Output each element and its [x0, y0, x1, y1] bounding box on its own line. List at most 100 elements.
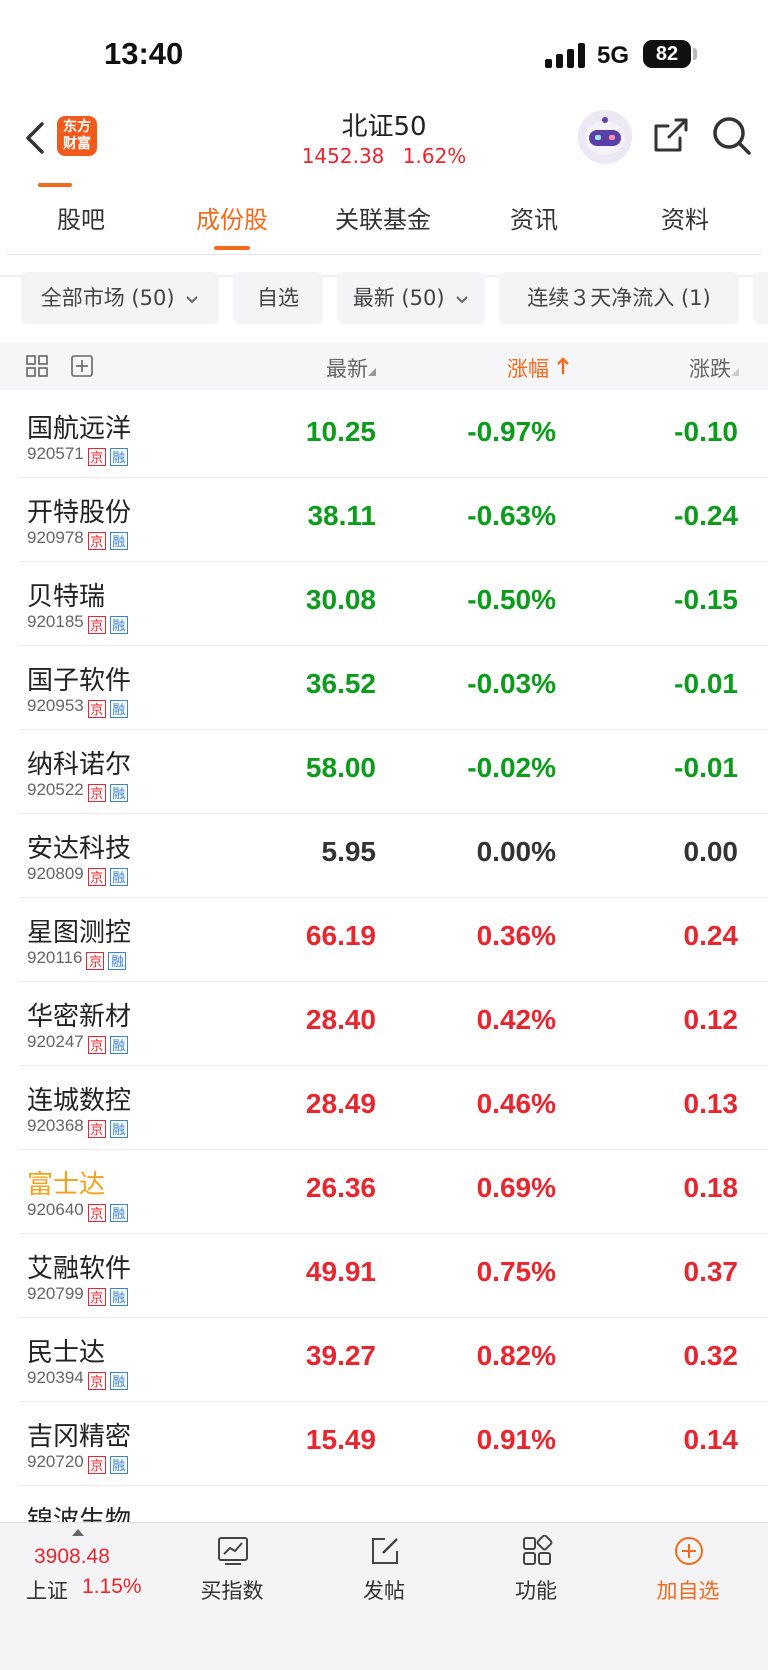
market-index-value[interactable]: 3908.48 — [34, 1545, 110, 1569]
stock-row[interactable]: 贝特瑞 920185 京融 30.08 -0.50% -0.15 — [0, 562, 768, 646]
stock-change: 0.12 — [683, 1004, 739, 1035]
nav-functions[interactable]: 功能 — [481, 1531, 591, 1611]
stock-row[interactable]: 安达科技 920809 京融 5.95 0.00% 0.00 — [0, 814, 768, 898]
filter-bar: 全部市场 (50) 自选 最新 (50) 连续３天净流入 (1) — [0, 270, 768, 326]
filter-watchlist[interactable]: 自选 — [233, 272, 323, 324]
filter-more[interactable] — [753, 272, 768, 324]
caret-up-icon[interactable] — [72, 1529, 84, 1536]
exchange-tag: 京 — [87, 1120, 106, 1138]
stock-row[interactable]: 国子软件 920953 京融 36.52 -0.03% -0.01 — [0, 646, 768, 730]
battery-tip — [693, 48, 697, 60]
stock-name: 国子软件 — [27, 666, 132, 696]
filter-market-dropdown[interactable]: 全部市场 (50) — [21, 272, 219, 324]
stock-change: 0.24 — [683, 920, 739, 951]
stock-row[interactable]: 星图测控 920116 京融 66.19 0.36% 0.24 — [0, 898, 768, 982]
tab-guba[interactable]: 股吧 — [21, 200, 141, 235]
stock-name: 安达科技 — [27, 834, 132, 864]
tab-bar: 股吧 成份股 关联基金 资讯 资料 — [0, 190, 768, 252]
tabs-divider — [6, 254, 762, 255]
stock-code-line: 920799 京融 — [27, 1284, 128, 1306]
stock-name: 连城数控 — [27, 1086, 132, 1116]
margin-tag: 融 — [109, 784, 128, 802]
market-index-change[interactable]: 1.15% — [82, 1575, 142, 1599]
margin-tag: 融 — [109, 532, 128, 550]
nav-buy-index[interactable]: 买指数 — [177, 1531, 287, 1611]
stock-row[interactable]: 艾融软件 920799 京融 49.91 0.75% 0.37 — [0, 1234, 768, 1318]
stock-change-pct: 0.75% — [476, 1256, 556, 1287]
margin-tag: 融 — [109, 868, 128, 886]
stock-row[interactable]: 纳科诺尔 920522 京融 58.00 -0.02% -0.01 — [0, 730, 768, 814]
battery-icon: 82 — [643, 40, 691, 68]
stock-name: 艾融软件 — [27, 1254, 132, 1284]
stock-row[interactable]: 民士达 920394 京融 39.27 0.82% 0.32 — [0, 1318, 768, 1402]
margin-tag: 融 — [109, 448, 128, 466]
stock-change: 0.13 — [683, 1088, 739, 1119]
stock-code: 920185 — [27, 612, 84, 631]
filter-latest-label: 最新 (50) — [352, 286, 445, 310]
column-latest[interactable]: 最新 — [326, 353, 376, 383]
stock-price: 28.49 — [305, 1088, 376, 1119]
stock-name: 星图测控 — [27, 918, 132, 948]
exchange-tag: 京 — [87, 1036, 106, 1054]
exchange-tag: 京 — [87, 868, 106, 886]
exchange-tag: 京 — [87, 1372, 106, 1390]
signal-icon — [545, 42, 589, 68]
margin-tag: 融 — [109, 1456, 128, 1474]
tab-constituents[interactable]: 成份股 — [172, 200, 292, 235]
stock-row[interactable]: 富士达 920640 京融 26.36 0.69% 0.18 — [0, 1150, 768, 1234]
stock-change-pct: -0.03% — [467, 668, 556, 699]
grid-view-icon[interactable] — [26, 355, 48, 377]
stock-row[interactable]: 华密新材 920247 京融 28.40 0.42% 0.12 — [0, 982, 768, 1066]
nav-add-watchlist[interactable]: 加自选 — [633, 1531, 743, 1611]
exchange-tag: 京 — [87, 1204, 106, 1222]
stock-row[interactable]: 连城数控 920368 京融 28.49 0.46% 0.13 — [0, 1066, 768, 1150]
column-change-pct[interactable]: 涨幅 — [507, 353, 570, 383]
stock-name: 民士达 — [27, 1338, 106, 1368]
tab-profile[interactable]: 资料 — [625, 200, 745, 235]
stock-change: -0.10 — [674, 416, 738, 447]
stock-row[interactable]: 开特股份 920978 京融 38.11 -0.63% -0.24 — [0, 478, 768, 562]
stock-row[interactable]: 吉冈精密 920720 京融 15.49 0.91% 0.14 — [0, 1402, 768, 1486]
nav-functions-label: 功能 — [515, 1579, 557, 1603]
stock-row[interactable]: 锦波生物 — [0, 1486, 768, 1522]
apps-icon — [523, 1535, 553, 1565]
stock-code: 920640 — [27, 1200, 84, 1219]
column-change-pct-label: 涨幅 — [507, 357, 549, 381]
exchange-tag: 京 — [87, 700, 106, 718]
column-header: 最新 涨幅 涨跌 — [0, 342, 768, 390]
stock-code: 920571 — [27, 444, 84, 463]
stock-change-pct: 0.42% — [476, 1004, 556, 1035]
stock-name: 华密新材 — [27, 1002, 132, 1032]
add-column-icon[interactable] — [71, 355, 93, 377]
exchange-tag: 京 — [87, 448, 106, 466]
filter-latest-dropdown[interactable]: 最新 (50) — [337, 272, 485, 324]
sort-arrow-up-icon — [556, 357, 569, 374]
stock-row[interactable]: 国航远洋 920571 京融 10.25 -0.97% -0.10 — [0, 394, 768, 478]
column-change[interactable]: 涨跌 — [689, 353, 739, 383]
stock-change: -0.01 — [674, 752, 738, 783]
stock-change: 0.00 — [683, 836, 739, 867]
stock-code-line: 920640 京融 — [27, 1200, 128, 1222]
add-circle-icon — [675, 1537, 703, 1565]
stock-name: 开特股份 — [27, 498, 132, 528]
stock-price: 10.25 — [305, 416, 376, 447]
stock-price: 5.95 — [321, 836, 377, 867]
tab-related-funds[interactable]: 关联基金 — [323, 200, 443, 235]
nav-post[interactable]: 发帖 — [329, 1531, 439, 1611]
stock-price: 39.27 — [305, 1340, 376, 1371]
filter-net-inflow[interactable]: 连续３天净流入 (1) — [499, 272, 739, 324]
market-index-name[interactable]: 上证 — [26, 1575, 68, 1605]
margin-tag: 融 — [109, 1120, 128, 1138]
assistant-robot-button[interactable] — [578, 110, 632, 164]
stock-change: 0.32 — [683, 1340, 739, 1371]
stock-change-pct: 0.69% — [476, 1172, 556, 1203]
stock-price: 66.19 — [305, 920, 376, 951]
stock-change-pct: 0.46% — [476, 1088, 556, 1119]
exchange-tag: 京 — [87, 616, 106, 634]
tab-news[interactable]: 资讯 — [474, 200, 594, 235]
column-change-label: 涨跌 — [689, 357, 731, 381]
margin-tag: 融 — [109, 700, 128, 718]
chevron-down-icon — [186, 296, 198, 304]
share-button[interactable] — [650, 116, 690, 156]
search-button[interactable] — [710, 114, 754, 158]
